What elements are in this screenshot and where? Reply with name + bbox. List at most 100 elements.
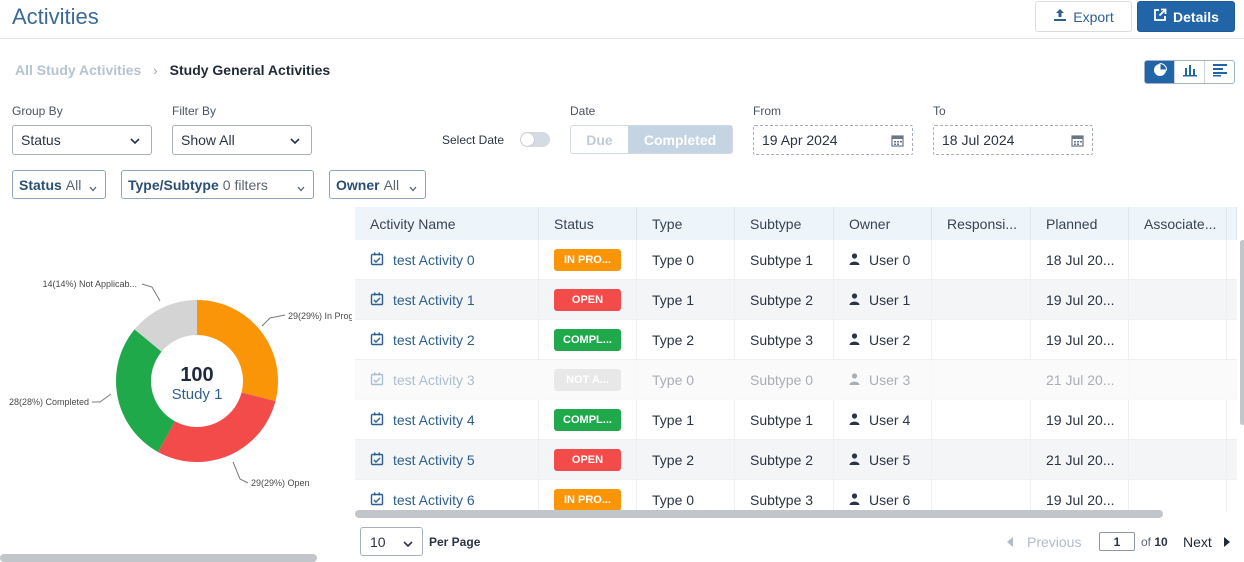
column-header-overflow <box>1227 207 1237 240</box>
from-date-input[interactable]: 19 Apr 2024 <box>753 125 913 155</box>
table-row[interactable]: test Activity 2 COMPL... Type 2 Subtype 3 Us… <box>355 320 1237 360</box>
export-button[interactable]: Export <box>1035 1 1132 32</box>
view-toggle <box>1144 60 1235 84</box>
column-header-activity-name[interactable]: Activity Name <box>355 207 539 240</box>
owner-filter-chip[interactable]: Owner All <box>329 170 426 199</box>
status-filter-chip[interactable]: Status All <box>12 170 106 199</box>
user-icon <box>849 412 860 428</box>
breadcrumb-all-study-activities[interactable]: All Study Activities <box>15 62 141 78</box>
subtype-cell: Subtype 3 <box>735 320 834 360</box>
associated-cell <box>1129 440 1227 480</box>
caret-right-icon <box>1222 534 1231 550</box>
label-in-progress: 29(29%) In Progress <box>288 311 352 321</box>
table-row[interactable]: test Activity 3 NOT A... Type 0 Subtype 0 Us… <box>355 360 1237 400</box>
activity-name-cell[interactable]: test Activity 4 <box>355 400 539 440</box>
subtype-cell: Subtype 1 <box>735 400 834 440</box>
activity-name: test Activity 2 <box>393 332 475 348</box>
type-cell: Type 0 <box>637 240 735 280</box>
subtype-cell: Subtype 1 <box>735 240 834 280</box>
activity-name-cell[interactable]: test Activity 2 <box>355 320 539 360</box>
status-cell: OPEN <box>539 440 637 480</box>
date-due-option[interactable]: Due <box>571 126 628 153</box>
planned-cell: 19 Jul 20... <box>1031 280 1129 320</box>
export-label: Export <box>1073 8 1114 25</box>
calendar-icon[interactable] <box>891 134 904 150</box>
slice-completed[interactable] <box>115 329 175 452</box>
table-horizontal-scrollbar[interactable] <box>355 510 1163 518</box>
list-view-button[interactable] <box>1205 61 1234 83</box>
date-type-segmented-control: Due Completed <box>570 125 733 154</box>
of-label: of <box>1141 535 1152 549</box>
page-title: Activities <box>12 4 99 29</box>
leader-line-open <box>232 461 249 484</box>
column-header-type[interactable]: Type <box>637 207 735 240</box>
select-date-toggle[interactable] <box>520 132 550 147</box>
page-count: of 10 <box>1141 535 1168 549</box>
column-header-status[interactable]: Status <box>539 207 637 240</box>
group-by-select[interactable]: Status <box>12 125 152 155</box>
status-badge: IN PRO... <box>554 249 621 271</box>
table-header: Activity Name Status Type Subtype Owner … <box>355 207 1237 240</box>
column-header-planned[interactable]: Planned <box>1031 207 1129 240</box>
activity-name: test Activity 1 <box>393 292 475 308</box>
user-icon <box>849 332 860 348</box>
pie-chart-view-button[interactable] <box>1145 61 1175 83</box>
type-subtype-filter-chip[interactable]: Type/Subtype 0 filters <box>121 170 314 199</box>
responsible-cell <box>932 400 1031 440</box>
to-date-input[interactable]: 18 Jul 2024 <box>933 125 1093 155</box>
bar-chart-view-button[interactable] <box>1175 61 1205 83</box>
owner-name: User 0 <box>869 252 911 268</box>
calendar-icon[interactable] <box>1071 134 1084 150</box>
next-label: Next <box>1183 534 1212 550</box>
owner-name: User 3 <box>869 372 911 388</box>
status-chip-label: Status <box>19 176 62 193</box>
table-row[interactable]: test Activity 0 IN PRO... Type 0 Subtype 1 U… <box>355 240 1237 280</box>
date-label: Date <box>570 104 596 118</box>
activity-name-cell[interactable]: test Activity 6 <box>355 480 539 512</box>
status-badge: OPEN <box>554 449 621 471</box>
breadcrumb: All Study Activities › Study General Act… <box>15 62 330 78</box>
column-header-owner[interactable]: Owner <box>834 207 932 240</box>
column-header-responsible[interactable]: Responsi... <box>932 207 1031 240</box>
details-button[interactable]: Details <box>1137 1 1235 32</box>
chevron-down-icon <box>289 134 301 150</box>
responsible-cell <box>932 240 1031 280</box>
current-page-input[interactable]: 1 <box>1099 532 1135 551</box>
subtype-cell: Subtype 3 <box>735 480 834 512</box>
table-row[interactable]: test Activity 6 IN PRO... Type 0 Subtype 3 U… <box>355 480 1237 512</box>
table-row[interactable]: test Activity 5 OPEN Type 2 Subtype 2 User 5… <box>355 440 1237 480</box>
chart-center-value: 100 <box>180 364 213 386</box>
column-header-associated[interactable]: Associate... <box>1129 207 1227 240</box>
per-page-value: 10 <box>370 533 386 550</box>
chart-horizontal-scrollbar[interactable] <box>0 554 317 562</box>
status-chip-value: All <box>65 176 82 193</box>
filter-by-select[interactable]: Show All <box>172 125 312 155</box>
status-donut-chart: 100 Study 1 29(29%) In Progress 29(29%) … <box>0 205 371 562</box>
table-row[interactable]: test Activity 4 COMPL... Type 1 Subtype 1 Us… <box>355 400 1237 440</box>
activity-name-cell[interactable]: test Activity 1 <box>355 280 539 320</box>
activity-name-cell[interactable]: test Activity 5 <box>355 440 539 480</box>
activity-name-cell[interactable]: test Activity 3 <box>355 360 539 400</box>
planned-cell: 18 Jul 20... <box>1031 240 1129 280</box>
user-icon <box>849 492 860 508</box>
type-cell: Type 2 <box>637 440 735 480</box>
previous-page-button[interactable]: Previous <box>1006 531 1081 553</box>
responsible-cell <box>932 360 1031 400</box>
type-cell: Type 1 <box>637 400 735 440</box>
calendar-check-icon <box>370 372 384 389</box>
table-vertical-scrollbar[interactable] <box>1240 240 1244 425</box>
type-subtype-chip-label: Type/Subtype <box>128 176 219 193</box>
breadcrumb-current: Study General Activities <box>169 62 331 78</box>
owner-cell: User 5 <box>834 440 932 480</box>
per-page-select[interactable]: 10 <box>360 527 423 556</box>
table-row[interactable]: test Activity 1 OPEN Type 1 Subtype 2 User 1… <box>355 280 1237 320</box>
date-completed-option[interactable]: Completed <box>628 126 732 153</box>
planned-cell: 19 Jul 20... <box>1031 400 1129 440</box>
caret-left-icon <box>1006 534 1015 550</box>
next-page-button[interactable]: Next <box>1183 531 1231 553</box>
calendar-check-icon <box>370 292 384 309</box>
column-header-subtype[interactable]: Subtype <box>735 207 834 240</box>
activity-name-cell[interactable]: test Activity 0 <box>355 240 539 280</box>
external-link-icon <box>1153 8 1167 25</box>
calendar-check-icon <box>370 492 384 509</box>
